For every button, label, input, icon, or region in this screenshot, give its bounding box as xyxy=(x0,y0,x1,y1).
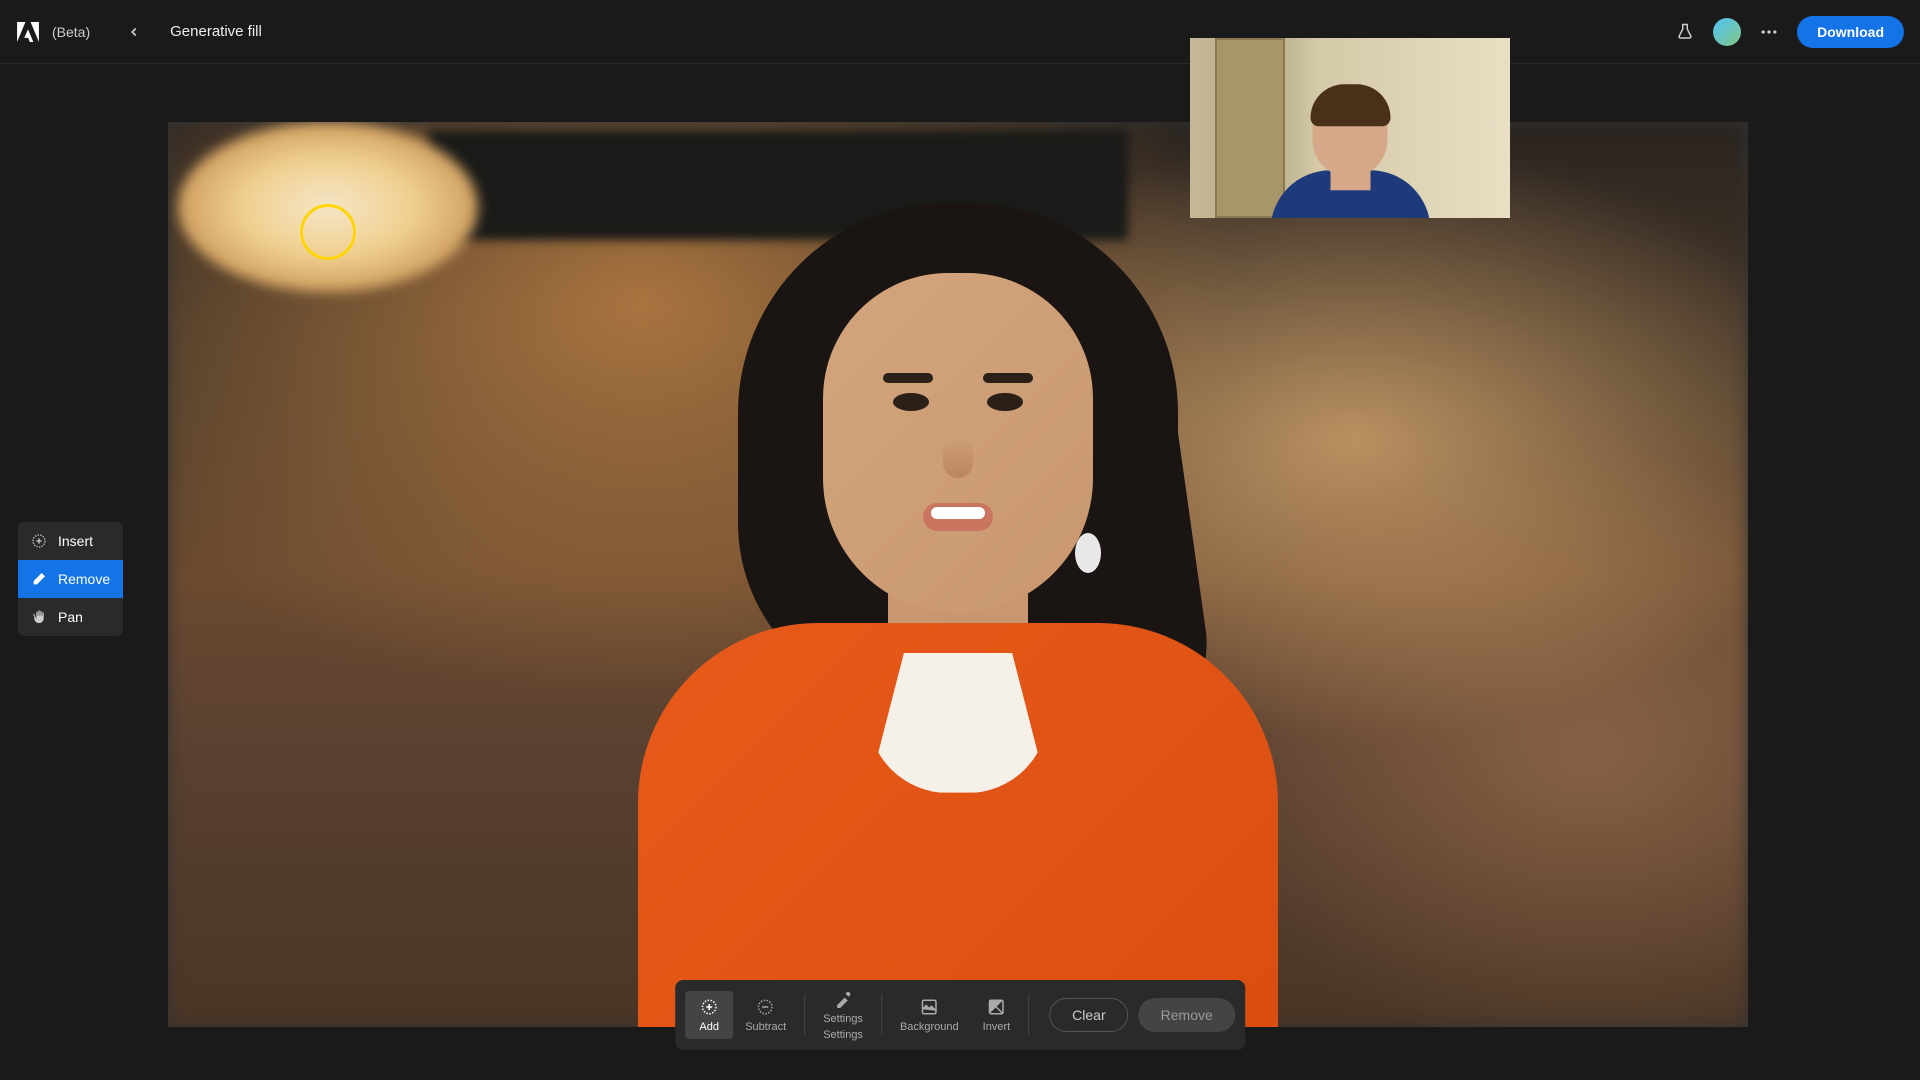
more-icon[interactable] xyxy=(1757,22,1781,42)
insert-icon xyxy=(30,532,48,550)
hand-icon xyxy=(30,608,48,626)
beta-label: (Beta) xyxy=(52,24,90,40)
brush-settings[interactable]: Settings Settings xyxy=(811,983,875,1047)
tool-pan[interactable]: Pan xyxy=(18,598,123,636)
canvas-area: Insert Remove Pan Add Subtract xyxy=(0,64,1920,1080)
select-background-label: Background xyxy=(900,1021,959,1033)
page-title: Generative fill xyxy=(170,23,262,40)
brush-settings-label: Settings xyxy=(823,1013,863,1025)
user-avatar[interactable] xyxy=(1713,18,1741,46)
select-invert-label: Invert xyxy=(983,1021,1011,1033)
brush-add[interactable]: Add xyxy=(685,991,733,1039)
brush-settings-icon xyxy=(833,989,853,1009)
toolbar-divider xyxy=(1028,994,1029,1036)
bottom-toolbar: Add Subtract Settings Settings Backgroun… xyxy=(675,980,1245,1050)
subtract-icon xyxy=(756,997,776,1017)
canvas-subject xyxy=(608,143,1308,1027)
brush-add-label: Add xyxy=(699,1021,719,1033)
invert-icon xyxy=(986,997,1006,1017)
adobe-logo-icon[interactable] xyxy=(16,20,40,44)
eraser-icon xyxy=(30,570,48,588)
toolbar-divider xyxy=(804,994,805,1036)
tool-remove-label: Remove xyxy=(58,571,110,587)
toolbar-divider xyxy=(881,994,882,1036)
webcam-person xyxy=(1313,92,1388,177)
remove-button[interactable]: Remove xyxy=(1139,998,1235,1032)
tool-insert-label: Insert xyxy=(58,533,93,549)
side-toolbar: Insert Remove Pan xyxy=(18,522,123,636)
header-left: (Beta) Generative fill xyxy=(16,16,262,48)
brush-subtract-label: Subtract xyxy=(745,1021,786,1033)
background-icon xyxy=(919,997,939,1017)
add-icon xyxy=(699,997,719,1017)
image-canvas[interactable] xyxy=(168,122,1748,1027)
select-background[interactable]: Background xyxy=(888,991,971,1039)
download-button[interactable]: Download xyxy=(1797,16,1904,48)
clear-button[interactable]: Clear xyxy=(1049,998,1128,1032)
tool-remove[interactable]: Remove xyxy=(18,560,123,598)
back-button[interactable] xyxy=(118,16,150,48)
brush-subtract[interactable]: Subtract xyxy=(733,991,798,1039)
select-invert[interactable]: Invert xyxy=(971,991,1023,1039)
beaker-icon[interactable] xyxy=(1673,20,1697,44)
webcam-overlay[interactable] xyxy=(1190,38,1510,218)
tool-pan-label: Pan xyxy=(58,609,83,625)
app-header: (Beta) Generative fill Download xyxy=(0,0,1920,64)
brush-settings-label: Settings xyxy=(823,1029,863,1041)
tool-insert[interactable]: Insert xyxy=(18,522,123,560)
header-right: Download xyxy=(1673,16,1904,48)
